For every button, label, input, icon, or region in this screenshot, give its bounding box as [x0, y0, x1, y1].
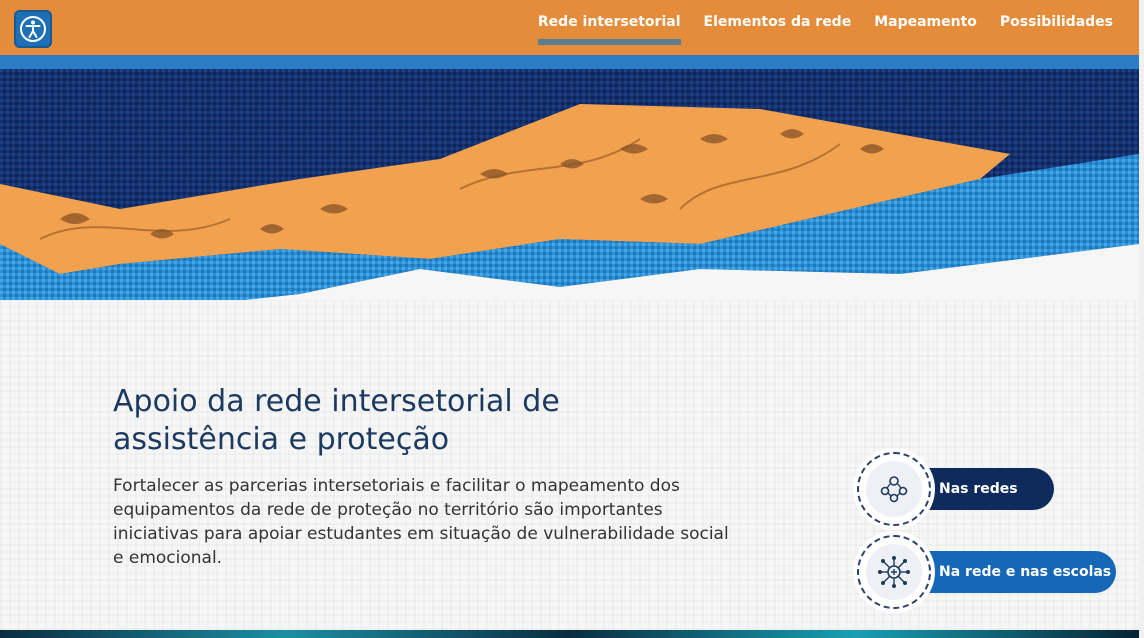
people-network-icon — [866, 461, 922, 517]
accessibility-person-icon — [20, 16, 46, 42]
nav-item-mapeamento[interactable]: Mapeamento — [874, 14, 977, 30]
school-network-icon — [866, 544, 922, 600]
page-title: Apoio da rede intersetorial de assistênc… — [113, 384, 560, 457]
bottom-decorative-band — [0, 630, 1139, 638]
hero-fabric-image — [0, 69, 1139, 319]
nav-item-possibilidades[interactable]: Possibilidades — [1000, 14, 1113, 30]
page-scrollbar[interactable] — [1139, 0, 1144, 638]
nav-item-elementos-da-rede[interactable]: Elementos da rede — [704, 14, 852, 30]
main-nav: Rede intersetorial Elementos da rede Map… — [537, 0, 1113, 45]
accessibility-logo-icon[interactable] — [14, 10, 52, 48]
header-accent-strip — [0, 55, 1139, 69]
school-network-icon-circle[interactable] — [857, 535, 931, 609]
nav-item-rede-intersetorial[interactable]: Rede intersetorial — [537, 14, 681, 45]
lead-paragraph: Fortalecer as parcerias intersetoriais e… — [113, 476, 729, 568]
people-network-icon-circle[interactable] — [857, 452, 931, 526]
top-header: Rede intersetorial Elementos da rede Map… — [0, 0, 1139, 55]
